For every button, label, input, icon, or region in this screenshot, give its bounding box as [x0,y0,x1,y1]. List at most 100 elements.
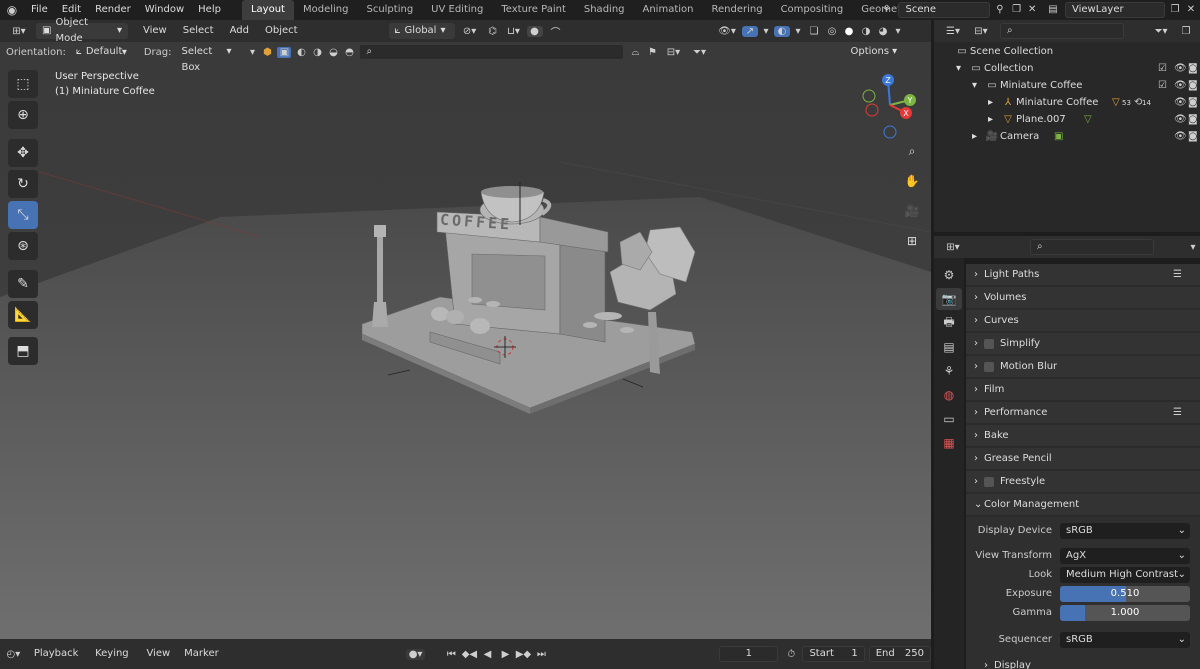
falloff-icon[interactable]: ⌒ [545,24,567,39]
outliner-search-input[interactable]: ⌕ [1000,23,1124,39]
timeline-editor-icon[interactable]: ◴▾ [0,649,27,660]
start-frame-field[interactable]: Start 1 [802,646,865,662]
tab-compositing[interactable]: Compositing [772,0,853,20]
scene-selector[interactable]: ⚘ Scene ⚲ ❐ ✕ [878,1,1038,18]
scene-properties-icon[interactable]: ⚘ [936,360,962,382]
outliner-row-scene-collection[interactable]: ▭ Scene Collection [934,43,1200,60]
panel-light-paths[interactable]: › Light Paths ☰ [966,264,1200,285]
menu-object[interactable]: Object [258,21,305,41]
snap-icon[interactable]: ⌬ [485,26,501,37]
look-dropdown[interactable]: Medium High Contrast ⌄ [1060,566,1190,583]
panel-bake[interactable]: › Bake [966,425,1200,446]
ortho-grid-icon[interactable]: ⊞ [901,230,923,252]
pin-icon[interactable]: ⚲ [993,4,1007,15]
properties-editor-icon[interactable]: ⊞▾ [940,242,966,253]
panel-volumes[interactable]: › Volumes [966,287,1200,308]
outliner-row-miniature-coffee-collection[interactable]: ▾ ▭ Miniature Coffee ☑ 👁 ◙ [934,77,1200,94]
properties-search-input[interactable]: ⌕ [1030,239,1154,255]
mode-dropdown[interactable]: ▣ Object Mode ▾ [36,17,128,44]
snap-target-icon[interactable]: ⊔▾ [503,26,525,37]
chevron-down-icon[interactable]: ▾ [972,80,984,91]
play-reverse-icon[interactable]: ◀ [479,649,495,660]
chevron-down-icon[interactable]: ▾ [793,26,803,37]
panel-grease-pencil[interactable]: › Grease Pencil [966,448,1200,469]
camera-view-icon[interactable]: 🎥 [901,200,923,222]
outliner-row-collection[interactable]: ▾ ▭ Collection ☑ 👁 ◙ [934,60,1200,77]
scene-name-field[interactable]: Scene [898,1,991,18]
render-properties-icon[interactable]: 📷 [936,288,962,310]
wireframe-shading-icon[interactable]: ◎ [825,26,839,37]
keying-menu[interactable]: Keying ▾ [88,644,139,669]
menu-select[interactable]: Select [176,21,221,41]
tab-layout[interactable]: Layout [241,0,294,20]
chevron-right-icon[interactable]: ▸ [988,97,1000,108]
freestyle-checkbox[interactable] [984,476,994,487]
transform-orientation-dropdown[interactable]: ⟀ Global ▾ [388,23,455,39]
motion-blur-checkbox[interactable] [984,361,994,372]
measure-tool-icon[interactable]: 📐 [8,301,38,329]
list-icon[interactable]: ☰ [1173,407,1182,418]
output-properties-icon[interactable]: 🖶 [936,312,962,334]
exposure-slider[interactable]: 0.510 [1060,585,1190,602]
outliner-editor-icon[interactable]: ☰▾ [940,26,966,37]
rotate-tool-icon[interactable]: ↻ [8,170,38,198]
chevron-down-icon[interactable]: ▾ [761,26,771,37]
jump-start-icon[interactable]: ⏮ [443,649,459,660]
overlays-icon[interactable]: ◐ [774,25,790,37]
view-transform-dropdown[interactable]: AgX ⌄ [1060,547,1190,564]
tab-shading[interactable]: Shading [575,0,634,20]
new-collection-icon[interactable]: ❐ [1178,26,1194,37]
camera-render-icon[interactable]: ◙ [1188,63,1198,74]
world-properties-icon[interactable]: ◍ [936,384,962,406]
panel-curves[interactable]: › Curves [966,310,1200,331]
layout-icon[interactable]: ⊟▾ [662,47,684,58]
tab-texture-paint[interactable]: Texture Paint [492,0,575,20]
new-scene-icon[interactable]: ❐ [1010,4,1024,15]
checkbox-icon[interactable]: ☑ [1158,63,1167,74]
list-icon[interactable]: ☰ [1173,269,1182,280]
outliner-row-miniature-coffee-object[interactable]: ▸ ⅄ Miniature Coffee ▽ 53 ⟲ 14 👁 ◙ [934,94,1200,111]
blender-logo-icon[interactable]: ◉ [0,3,24,17]
panel-motion-blur[interactable]: › Motion Blur [966,356,1200,377]
pan-hand-icon[interactable]: ✋ [901,170,923,192]
camera-render-icon[interactable]: ◙ [1188,114,1198,125]
menu-add[interactable]: Add [223,21,256,41]
pivot-icon[interactable]: ⊘▾ [457,26,483,37]
chevron-down-icon[interactable]: ▾ [956,63,968,74]
close-icon[interactable]: ✕ [1185,4,1197,15]
material-shading-icon[interactable]: ◑ [859,26,873,37]
panel-performance[interactable]: › Performance ☰ [966,402,1200,423]
navigation-gizmo[interactable]: Z Y X [855,70,925,140]
transform-tool-icon[interactable]: ⊛ [8,232,38,260]
chevron-down-icon[interactable]: ▾ [893,26,903,37]
texture-properties-icon[interactable]: ▦ [936,432,962,454]
proportional-edit-icon[interactable]: ● [526,25,543,37]
chevron-right-icon[interactable]: ▸ [972,131,984,142]
funnel-filter-icon[interactable]: ⏷▾ [1148,26,1174,37]
outliner-row-plane[interactable]: ▸ ▽ Plane.007 ▽ 👁 ◙ [934,111,1200,128]
visibility-icon[interactable]: 👁▾ [715,26,739,37]
add-cube-tool-icon[interactable]: ⬒ [8,337,38,365]
select-extend-icon[interactable]: ◐ [295,47,307,58]
editor-type-icon[interactable]: ⊞▾ [4,26,34,37]
view-layer-properties-icon[interactable]: ▤ [936,336,962,358]
select-new-icon[interactable]: ▣ [277,46,292,58]
collection-properties-icon[interactable]: ▭ [936,408,962,430]
xray-icon[interactable]: ❏ [806,26,822,37]
camera-render-icon[interactable]: ◙ [1188,80,1198,91]
panel-color-management[interactable]: ⌄ Color Management [966,494,1200,515]
tab-uv-editing[interactable]: UV Editing [422,0,492,20]
annotate-tool-icon[interactable]: ✎ [8,270,38,298]
camera-render-icon[interactable]: ◙ [1188,97,1198,108]
select-intersect-icon[interactable]: ◓ [343,47,355,58]
jump-keyframe-forward-icon[interactable]: ▶◆ [515,649,531,660]
tool-properties-icon[interactable]: ⚙ [936,264,962,286]
current-frame-field[interactable]: 1 [719,646,779,662]
camera-render-icon[interactable]: ◙ [1188,131,1198,142]
chevron-right-icon[interactable]: ▸ [988,114,1000,125]
menu-window[interactable]: Window [138,0,191,20]
chevron-down-icon[interactable]: ▾ [247,47,257,58]
end-frame-field[interactable]: End 250 [868,646,931,662]
tab-animation[interactable]: Animation [634,0,703,20]
checkbox-icon[interactable]: ☑ [1158,80,1167,91]
